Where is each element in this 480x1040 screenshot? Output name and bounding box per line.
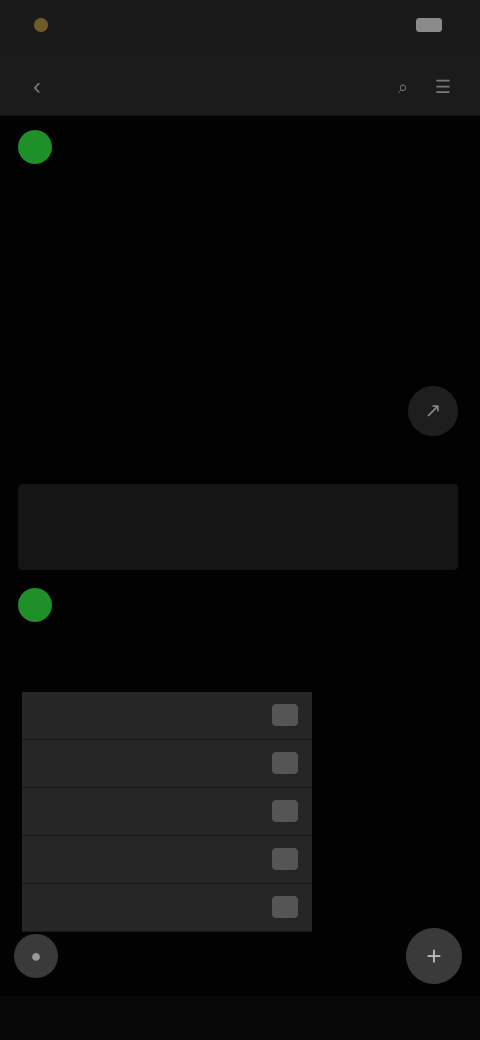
battery-icon	[416, 18, 442, 32]
notification-icon	[34, 18, 48, 32]
app-root: ‹ ⌕ ☰ ↗ ● +	[0, 0, 480, 1040]
list-item-badge	[272, 752, 298, 774]
list-item[interactable]	[22, 692, 312, 740]
option-list	[22, 692, 312, 932]
scroll-top-button[interactable]: ●	[14, 934, 58, 978]
avatar[interactable]	[18, 588, 52, 622]
status-left	[34, 18, 58, 32]
list-item-badge	[272, 800, 298, 822]
post-header	[18, 588, 82, 622]
back-icon[interactable]: ‹	[20, 72, 54, 102]
bottom-bar	[0, 996, 480, 1040]
app-header: ‹ ⌕ ☰	[0, 58, 480, 116]
list-item[interactable]	[22, 836, 312, 884]
list-item[interactable]	[22, 788, 312, 836]
list-item-badge	[272, 704, 298, 726]
share-icon[interactable]: ↗	[408, 386, 458, 436]
avatar[interactable]	[18, 130, 52, 164]
list-item-badge	[272, 896, 298, 918]
status-right	[408, 18, 450, 32]
list-item-badge	[272, 848, 298, 870]
post-card[interactable]: ↗	[0, 124, 480, 464]
search-icon[interactable]: ⌕	[388, 72, 418, 102]
list-item[interactable]	[22, 740, 312, 788]
info-box[interactable]	[18, 484, 458, 570]
compose-button[interactable]: +	[406, 928, 462, 984]
menu-icon[interactable]: ☰	[428, 72, 458, 102]
header-actions: ⌕ ☰	[388, 72, 458, 102]
status-bar	[0, 0, 480, 58]
post-header	[18, 130, 82, 164]
list-item[interactable]	[22, 884, 312, 932]
